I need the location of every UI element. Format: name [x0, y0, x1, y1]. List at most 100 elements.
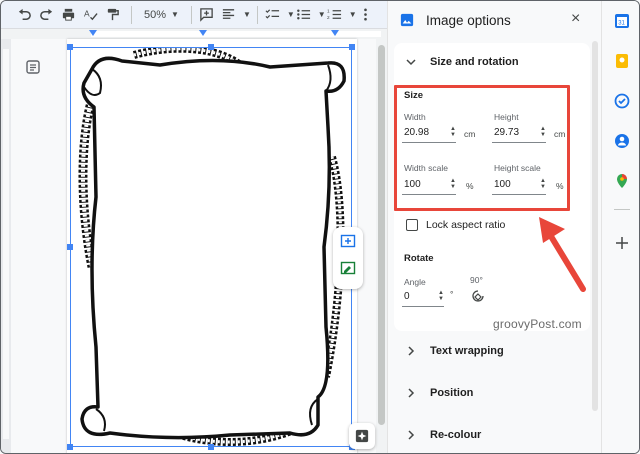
height-scale-value: 100: [494, 179, 511, 190]
resize-handle[interactable]: [349, 44, 355, 50]
toolbar: A 50% ▼ ▼ ▼ ▼ 12 ▼: [1, 1, 387, 29]
print-icon[interactable]: [59, 4, 77, 26]
stepper-icon[interactable]: ▲ ▼: [450, 126, 456, 138]
width-unit: cm: [464, 129, 476, 139]
size-rotation-header[interactable]: Size and rotation: [394, 43, 590, 81]
contacts-icon[interactable]: [614, 133, 630, 149]
lock-aspect-label[interactable]: Lock aspect ratio: [426, 219, 505, 231]
floating-action-panel: [333, 227, 363, 289]
vertical-ruler[interactable]: [1, 39, 11, 453]
close-icon[interactable]: ×: [571, 11, 585, 27]
document-outline-icon[interactable]: [25, 59, 41, 75]
redo-icon[interactable]: [37, 4, 55, 26]
section-title: Re-colour: [430, 429, 482, 441]
chevron-down-icon[interactable]: ▼: [318, 10, 326, 19]
image-selection-box[interactable]: [70, 47, 352, 447]
height-scale-unit: %: [556, 181, 564, 191]
rotate-90-icon[interactable]: [470, 288, 486, 304]
tasks-icon[interactable]: [614, 93, 630, 109]
height-scale-input[interactable]: 100 ▲ ▼: [492, 175, 546, 195]
panel-scrollbar[interactable]: [592, 41, 598, 411]
section-title: Text wrapping: [430, 345, 504, 357]
width-scale-label: Width scale: [404, 163, 448, 173]
width-label: Width: [404, 112, 426, 122]
width-value: 20.98: [404, 127, 430, 138]
zoom-select[interactable]: 50% ▼: [138, 9, 185, 21]
side-apps-rail: 31: [601, 1, 639, 453]
paint-format-icon[interactable]: [103, 4, 121, 26]
right-indent-marker[interactable]: [331, 30, 339, 36]
document-scrollbar[interactable]: [376, 39, 387, 453]
recolour-header[interactable]: Re-colour: [394, 416, 590, 453]
stepper-icon[interactable]: ▲ ▼: [450, 178, 456, 190]
stepper-icon[interactable]: ▲ ▼: [540, 178, 546, 190]
toolbar-divider: [190, 5, 192, 24]
add-icon[interactable]: [614, 235, 630, 251]
lock-aspect-checkbox[interactable]: [406, 219, 418, 231]
height-scale-label: Height scale: [494, 163, 541, 173]
suggest-edits-icon[interactable]: [340, 261, 356, 282]
resize-handle[interactable]: [208, 44, 214, 50]
more-options-icon[interactable]: [357, 4, 375, 26]
resize-handle[interactable]: [67, 244, 73, 250]
maps-icon[interactable]: [614, 173, 630, 189]
resize-handle[interactable]: [67, 444, 73, 450]
height-value: 29.73: [494, 127, 520, 138]
annotation-arrow: [539, 217, 586, 292]
angle-label: Angle: [404, 277, 426, 287]
width-scale-input[interactable]: 100 ▲ ▼: [402, 175, 456, 195]
angle-input[interactable]: 0 ▲ ▼: [402, 287, 444, 307]
checklist-icon[interactable]: [264, 4, 282, 26]
svg-text:2: 2: [327, 15, 330, 20]
height-label: Height: [494, 112, 519, 122]
chevron-down-icon: ▼: [171, 10, 179, 19]
svg-text:1: 1: [327, 9, 330, 14]
add-comment-icon[interactable]: [340, 234, 356, 255]
watermark-text: groovyPost.com: [493, 317, 582, 331]
rotate-label: Rotate: [404, 253, 434, 264]
section-title: Size and rotation: [430, 56, 519, 68]
numbered-list-icon[interactable]: 12: [326, 4, 344, 26]
spellcheck-icon[interactable]: A: [81, 4, 99, 26]
calendar-icon[interactable]: 31: [614, 13, 630, 29]
panel-title: Image options: [426, 12, 511, 28]
panel-header: Image options: [388, 1, 601, 39]
text-wrapping-header[interactable]: Text wrapping: [394, 332, 590, 370]
zoom-value: 50%: [144, 8, 167, 21]
width-scale-value: 100: [404, 179, 421, 190]
chevron-right-icon: [408, 388, 415, 398]
width-input[interactable]: 20.98 ▲ ▼: [402, 123, 456, 143]
document-canvas: [11, 39, 387, 453]
stepper-icon[interactable]: ▲ ▼: [438, 290, 444, 302]
svg-text:31: 31: [618, 21, 625, 27]
height-unit: cm: [554, 129, 566, 139]
align-left-icon[interactable]: [220, 4, 238, 26]
position-header[interactable]: Position: [394, 374, 590, 412]
stepper-icon[interactable]: ▲ ▼: [540, 126, 546, 138]
chevron-down-icon: [406, 59, 416, 66]
angle-value: 0: [404, 291, 410, 302]
keep-icon[interactable]: [614, 53, 630, 69]
angle-unit: °: [450, 289, 454, 299]
chevron-down-icon[interactable]: ▼: [287, 10, 295, 19]
horizontal-ruler[interactable]: [1, 29, 387, 39]
chevron-right-icon: [408, 430, 415, 440]
width-scale-unit: %: [466, 181, 474, 191]
undo-icon[interactable]: [15, 4, 33, 26]
bulleted-list-icon[interactable]: [295, 4, 313, 26]
chevron-right-icon: [408, 346, 415, 356]
chevron-down-icon[interactable]: ▼: [349, 10, 357, 19]
center-marker[interactable]: [199, 30, 207, 36]
image-icon: [400, 13, 414, 27]
explore-button[interactable]: [349, 423, 375, 449]
scrollbar-thumb[interactable]: [378, 45, 385, 425]
resize-handle[interactable]: [208, 444, 214, 450]
add-comment-icon[interactable]: [198, 4, 216, 26]
chevron-down-icon[interactable]: ▼: [243, 10, 251, 19]
left-indent-marker[interactable]: [89, 30, 97, 36]
size-label: Size: [404, 90, 424, 101]
height-input[interactable]: 29.73 ▲ ▼: [492, 123, 546, 143]
resize-handle[interactable]: [67, 44, 73, 50]
toolbar-divider: [131, 5, 132, 24]
app-window: A 50% ▼ ▼ ▼ ▼ 12 ▼ Image options × Size …: [0, 0, 640, 454]
